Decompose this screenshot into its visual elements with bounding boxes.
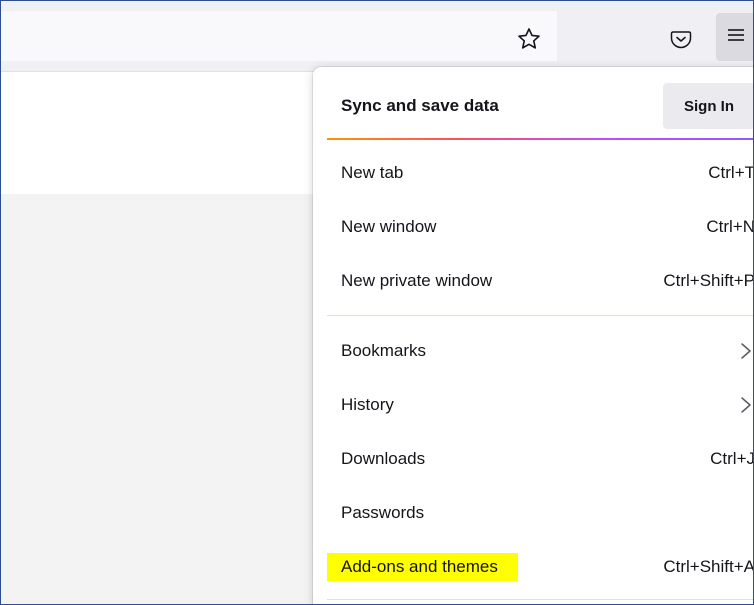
menu-item-shortcut: Ctrl+Shift+P bbox=[663, 271, 754, 290]
menu-item-history[interactable]: History bbox=[327, 383, 753, 427]
menu-item-shortcut: Ctrl+J bbox=[710, 449, 754, 468]
menu-item-label: Bookmarks bbox=[341, 341, 427, 360]
menu-item-shortcut: Ctrl+Shift+A bbox=[663, 557, 754, 576]
browser-window: Sync and save data Sign In New tab Ctrl+… bbox=[0, 0, 754, 605]
menu-item-label: Downloads bbox=[341, 449, 426, 468]
menu-item-bookmarks[interactable]: Bookmarks bbox=[327, 329, 753, 373]
menu-item-label: Passwords bbox=[341, 503, 425, 522]
app-menu-panel: Sync and save data Sign In New tab Ctrl+… bbox=[313, 67, 754, 604]
menu-item-add-ons-and-themes[interactable]: Add-ons and themes Ctrl+Shift+A bbox=[327, 545, 754, 589]
menu-item-new-window[interactable]: New window Ctrl+N bbox=[327, 205, 754, 249]
pocket-icon bbox=[669, 27, 693, 56]
hamburger-menu-icon bbox=[725, 24, 747, 51]
menu-separator bbox=[327, 315, 753, 316]
url-bar[interactable] bbox=[1, 11, 557, 61]
star-outline-icon bbox=[516, 26, 542, 57]
menu-item-label: New tab bbox=[341, 163, 404, 182]
pocket-button[interactable] bbox=[661, 21, 701, 61]
menu-item-shortcut: Ctrl+N bbox=[706, 217, 754, 236]
bookmark-star-button[interactable] bbox=[509, 21, 549, 61]
sync-divider bbox=[327, 138, 753, 140]
menu-item-passwords[interactable]: Passwords bbox=[327, 491, 753, 535]
sync-title: Sync and save data bbox=[341, 96, 499, 115]
menu-item-shortcut: Ctrl+T bbox=[708, 163, 754, 182]
menu-item-new-private-window[interactable]: New private window Ctrl+Shift+P bbox=[327, 259, 754, 303]
menu-item-label: History bbox=[341, 395, 394, 414]
app-menu-button[interactable] bbox=[716, 13, 753, 61]
menu-item-label: New window bbox=[341, 217, 437, 236]
menu-item-label: New private window bbox=[341, 271, 493, 290]
menu-separator bbox=[327, 599, 753, 600]
menu-item-new-tab[interactable]: New tab Ctrl+T bbox=[327, 151, 754, 195]
menu-item-downloads[interactable]: Downloads Ctrl+J bbox=[327, 437, 754, 481]
nav-toolbar bbox=[1, 1, 753, 72]
sync-section: Sync and save data Sign In bbox=[327, 83, 753, 129]
chevron-right-icon bbox=[739, 341, 753, 361]
chevron-right-icon bbox=[739, 395, 753, 415]
sign-in-button[interactable]: Sign In bbox=[663, 83, 753, 129]
menu-item-label: Add-ons and themes bbox=[327, 553, 518, 581]
